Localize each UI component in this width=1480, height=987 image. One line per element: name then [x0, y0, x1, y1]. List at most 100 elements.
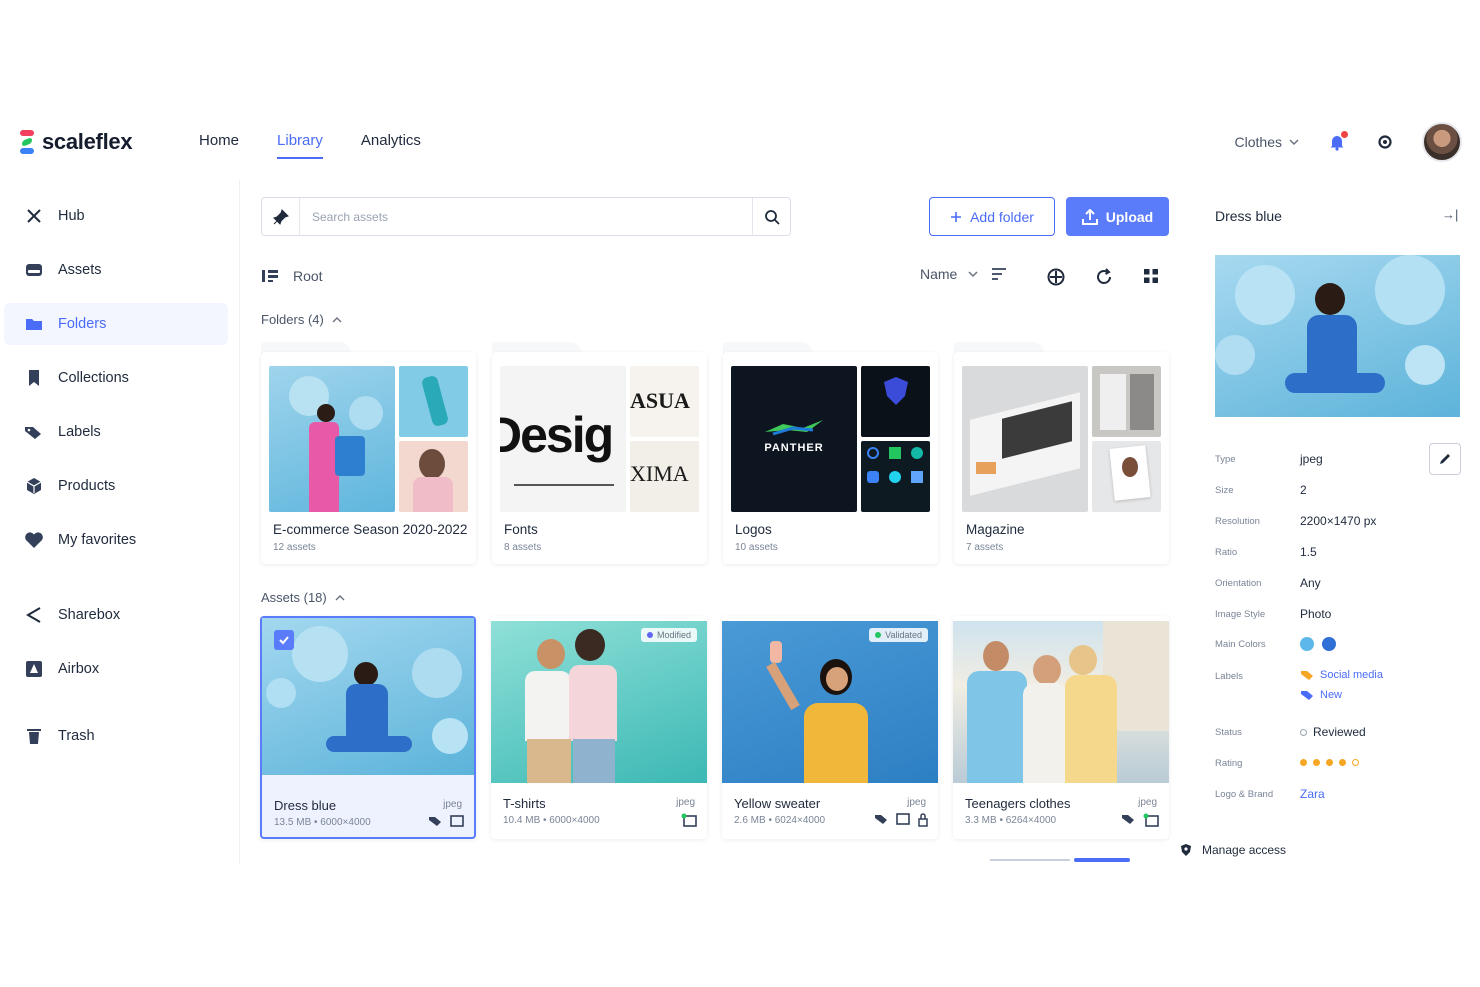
- share-icon: [24, 605, 44, 625]
- folder-card[interactable]: PANTHER Logos 10 assets: [723, 342, 938, 564]
- folder-count: 7 assets: [966, 542, 1004, 553]
- manage-access-button[interactable]: Manage access: [1180, 843, 1286, 857]
- brand-logo[interactable]: scaleflex: [18, 128, 133, 156]
- meta-value: 1.5: [1300, 545, 1317, 559]
- horizontal-scrollbar[interactable]: [990, 858, 1130, 862]
- checkbox-checked-icon[interactable]: [274, 630, 294, 650]
- asset-name: Teenagers clothes: [965, 796, 1071, 811]
- asset-type: jpeg: [1138, 797, 1157, 808]
- nav-analytics[interactable]: Analytics: [361, 132, 421, 159]
- label-chip[interactable]: New: [1300, 689, 1383, 701]
- heart-icon: [24, 530, 44, 550]
- folder-body: PANTHER Logos 10 assets: [723, 352, 938, 564]
- image-icon: [450, 815, 464, 827]
- add-folder-button[interactable]: Add folder: [929, 197, 1055, 236]
- sidebar-item-labels[interactable]: Labels: [4, 411, 228, 453]
- meta-key: Image Style: [1215, 609, 1266, 620]
- rating-filled-icon[interactable]: [1326, 759, 1333, 766]
- scrollbar-thumb[interactable]: [1074, 858, 1130, 862]
- asset-card[interactable]: Modified T-shirts jpeg 10.4 MB • 6000×40…: [491, 616, 707, 839]
- chevron-down-icon: [968, 271, 978, 278]
- asset-card[interactable]: Teenagers clothes jpeg 3.3 MB • 6264×400…: [953, 616, 1169, 839]
- pin-icon[interactable]: [262, 198, 300, 235]
- image-icon: [896, 813, 910, 825]
- rating-filled-icon[interactable]: [1339, 759, 1346, 766]
- sidebar-item-assets[interactable]: Assets: [4, 249, 228, 291]
- asset-icons: [1121, 813, 1159, 827]
- meta-key: Labels: [1215, 671, 1243, 682]
- folder-count: 12 assets: [273, 542, 316, 553]
- search-icon[interactable]: [752, 198, 790, 235]
- sidebar-item-products[interactable]: Products: [4, 465, 228, 507]
- thumbnail-image: XIMA: [630, 441, 699, 512]
- tree-view-icon[interactable]: [261, 268, 279, 284]
- meta-key: Main Colors: [1215, 639, 1266, 650]
- brand-name: scaleflex: [42, 129, 133, 154]
- bookmark-icon: [24, 368, 44, 388]
- rating-filled-icon[interactable]: [1300, 759, 1307, 766]
- nav-library[interactable]: Library: [277, 132, 323, 159]
- scaleflex-logo-icon: [18, 128, 36, 156]
- thumbnail-image: ASUA: [630, 366, 699, 437]
- notifications-button[interactable]: [1326, 131, 1348, 153]
- edit-button[interactable]: [1429, 443, 1461, 475]
- trash-icon: [24, 726, 44, 746]
- details-panel-title: Dress blue: [1215, 208, 1282, 224]
- rating-filled-icon[interactable]: [1313, 759, 1320, 766]
- color-swatch[interactable]: [1322, 637, 1336, 651]
- assets-section-header[interactable]: Assets (18): [261, 590, 345, 605]
- color-swatches: [1300, 637, 1336, 651]
- folder-card[interactable]: E-commerce Season 2020-2022 12 assets: [261, 342, 476, 564]
- breadcrumb-root[interactable]: Root: [293, 268, 323, 284]
- sort-control[interactable]: Name: [920, 266, 1009, 282]
- gallery-icon: [681, 813, 697, 827]
- project-label: Clothes: [1234, 134, 1282, 150]
- status-badge: Modified: [640, 628, 697, 642]
- pencil-icon: [1440, 454, 1450, 464]
- sidebar-item-trash[interactable]: Trash: [4, 715, 228, 757]
- sidebar-item-collections[interactable]: Collections: [4, 357, 228, 399]
- asset-card[interactable]: Dress blue jpeg 13.5 MB • 6000×4000: [260, 616, 476, 839]
- folder-card[interactable]: Magazine 7 assets: [954, 342, 1169, 564]
- meta-value: Photo: [1300, 607, 1332, 621]
- asset-name: Yellow sweater: [734, 796, 821, 811]
- refresh-icon[interactable]: [1094, 267, 1114, 287]
- folders-section-header[interactable]: Folders (4): [261, 312, 342, 327]
- label-list: Social media New: [1300, 669, 1383, 701]
- folder-body: E-commerce Season 2020-2022 12 assets: [261, 352, 476, 564]
- tag-icon: [1301, 671, 1313, 680]
- folder-card[interactable]: Desig ASUA XIMA Fonts 8 assets: [492, 342, 707, 564]
- project-selector[interactable]: Clothes: [1235, 134, 1300, 150]
- asset-card[interactable]: Validated Yellow sweater jpeg 2.6 MB • 6…: [722, 616, 938, 839]
- label-chip[interactable]: Social media: [1300, 669, 1383, 681]
- color-swatch[interactable]: [1300, 637, 1314, 651]
- status-dot-icon: [646, 632, 653, 638]
- sort-order-icon[interactable]: [989, 266, 1009, 282]
- target-icon[interactable]: [1046, 267, 1066, 287]
- status-badge: Validated: [869, 628, 928, 642]
- thumbnail-image: [1092, 441, 1161, 512]
- nav-home[interactable]: Home: [199, 132, 239, 159]
- collapse-panel-icon[interactable]: →|: [1442, 207, 1458, 222]
- search-input[interactable]: [300, 209, 752, 224]
- sidebar-item-favorites[interactable]: My favorites: [4, 519, 228, 561]
- scrollbar-track: [990, 859, 1070, 861]
- folder-body: Magazine 7 assets: [954, 352, 1169, 564]
- folder-name: E-commerce Season 2020-2022: [273, 522, 468, 537]
- grid-view-icon[interactable]: [1142, 267, 1160, 285]
- notification-dot-icon: [1341, 131, 1348, 138]
- sidebar-item-airbox[interactable]: Airbox: [4, 648, 228, 690]
- shield-icon: [1181, 844, 1191, 856]
- meta-value: Any: [1300, 576, 1321, 590]
- user-avatar[interactable]: [1422, 122, 1462, 162]
- settings-button[interactable]: [1374, 131, 1396, 153]
- rating-empty-icon[interactable]: [1352, 759, 1359, 766]
- sidebar-item-sharebox[interactable]: Sharebox: [4, 594, 228, 636]
- upload-button[interactable]: Upload: [1066, 197, 1169, 236]
- sidebar-item-hub[interactable]: Hub: [4, 195, 228, 237]
- close-x-icon: [24, 206, 44, 226]
- rating-stars[interactable]: [1300, 759, 1359, 766]
- meta-value-link[interactable]: Zara: [1300, 787, 1325, 801]
- sidebar-item-folders[interactable]: Folders: [4, 303, 228, 345]
- status-dot-icon: [875, 632, 882, 638]
